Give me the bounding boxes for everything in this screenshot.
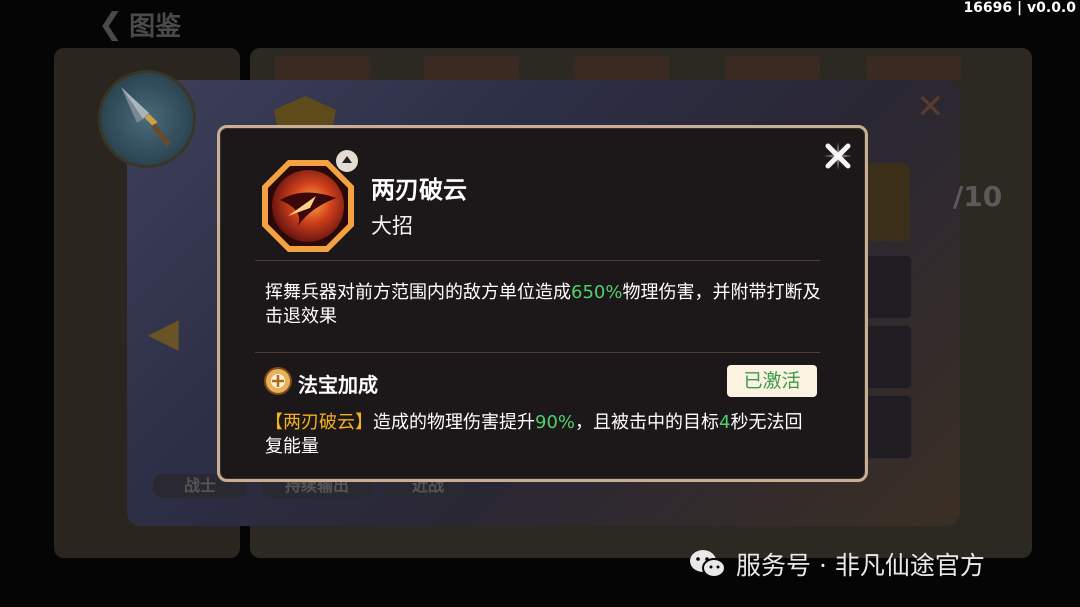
bg-count: /10 bbox=[953, 180, 1003, 213]
back-arrow-icon: ❮ bbox=[98, 7, 124, 42]
close-icon[interactable] bbox=[822, 140, 854, 172]
bonus-text: ，且被击中的目标 bbox=[575, 412, 720, 433]
treasure-icon bbox=[264, 367, 292, 395]
bonus-description: 【两刃破云】造成的物理伤害提升90%，且被击中的目标4秒无法回复能量 bbox=[265, 411, 820, 459]
skill-description: 挥舞兵器对前方范围内的敌方单位造成650%物理伤害，并附带打断及击退效果 bbox=[265, 281, 825, 329]
version-label: 16696 | v0.0.0 bbox=[963, 0, 1076, 16]
bg-close-icon[interactable]: ✕ bbox=[916, 90, 946, 124]
bonus-title: 法宝加成 bbox=[298, 373, 378, 397]
page-title: 图鉴 bbox=[129, 12, 182, 42]
bg-strip bbox=[574, 56, 669, 80]
status-badge: 已激活 bbox=[727, 365, 817, 397]
watermark: 服务号 · 非凡仙途官方 bbox=[688, 546, 985, 582]
bg-strip bbox=[725, 56, 820, 80]
weapon-avatar bbox=[98, 70, 196, 168]
bonus-value: 4 bbox=[719, 412, 731, 433]
bg-arrow-left-icon: ◀ bbox=[148, 310, 179, 356]
bonus-skill-ref: 【两刃破云】 bbox=[265, 412, 373, 433]
skill-name: 两刃破云 bbox=[371, 176, 467, 204]
watermark-text: 服务号 · 非凡仙途官方 bbox=[736, 551, 985, 580]
bg-strip bbox=[275, 56, 370, 80]
wechat-icon bbox=[690, 550, 726, 578]
desc-value: 650% bbox=[571, 282, 623, 303]
divider bbox=[255, 260, 820, 261]
sword-icon bbox=[121, 87, 171, 147]
bg-strip bbox=[866, 56, 961, 80]
bonus-text: 造成的物理伤害提升 bbox=[373, 412, 535, 433]
bg-strip bbox=[424, 56, 519, 80]
skill-type: 大招 bbox=[371, 214, 413, 238]
back-button[interactable]: ❮ 图鉴 bbox=[98, 6, 181, 43]
divider bbox=[255, 352, 820, 353]
level-up-icon[interactable] bbox=[336, 150, 358, 172]
desc-text: 挥舞兵器对前方范围内的敌方单位造成 bbox=[265, 282, 571, 303]
bonus-value: 90% bbox=[535, 412, 576, 433]
